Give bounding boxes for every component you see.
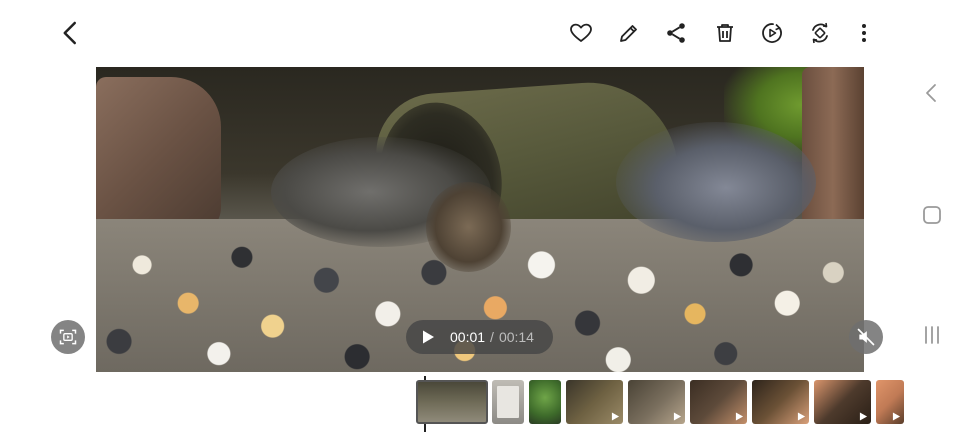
nav-home-icon — [923, 206, 941, 224]
video-capture-button[interactable] — [51, 320, 85, 354]
volume-muted-icon — [857, 328, 875, 346]
video-player-button[interactable] — [758, 18, 786, 48]
share-icon — [667, 23, 685, 43]
nav-recents-icon — [925, 326, 939, 344]
mute-button[interactable] — [849, 320, 883, 354]
filmstrip-thumbnail-plant[interactable] — [529, 380, 561, 424]
chevron-left-icon — [63, 21, 76, 45]
play-circle-icon — [762, 23, 782, 43]
pencil-icon — [620, 25, 637, 42]
nav-home-button[interactable] — [921, 204, 943, 226]
filmstrip-thumbnail-document[interactable] — [492, 380, 524, 424]
document-page-icon — [497, 386, 519, 418]
video-indicator-icon — [673, 412, 682, 421]
video-capture-icon — [59, 329, 77, 345]
play-icon[interactable] — [420, 329, 436, 345]
video-indicator-icon — [859, 412, 868, 421]
video-indicator-icon — [611, 412, 620, 421]
current-time: 00:01 — [450, 329, 486, 345]
more-vert-icon — [862, 24, 866, 42]
nav-back-button[interactable] — [921, 82, 943, 104]
nav-recents-button[interactable] — [921, 324, 943, 346]
crayfish-right — [616, 122, 816, 242]
video-indicator-icon — [797, 412, 806, 421]
filmstrip-thumbnail-video[interactable] — [752, 380, 809, 424]
rotate-button[interactable] — [806, 18, 834, 48]
video-indicator-icon — [892, 412, 901, 421]
filmstrip-thumbnail-video[interactable] — [814, 380, 871, 424]
driftwood-left — [96, 77, 221, 237]
trash-icon — [717, 24, 733, 42]
heart-icon — [570, 23, 592, 42]
favorite-button[interactable] — [567, 18, 595, 48]
video-indicator-icon — [735, 412, 744, 421]
filmstrip-thumbnail-video[interactable] — [876, 380, 904, 424]
video-viewer-screen: 00:01 / 00:14 — [0, 0, 960, 432]
more-options-button[interactable] — [850, 18, 878, 48]
delete-button[interactable] — [711, 18, 739, 48]
rotate-icon — [812, 22, 828, 44]
edit-button[interactable] — [615, 18, 643, 48]
total-time: 00:14 — [498, 329, 534, 345]
crayfish-middle — [426, 182, 511, 272]
time-separator: / — [490, 329, 494, 345]
filmstrip-thumbnail-video[interactable] — [690, 380, 747, 424]
filmstrip-thumbnail-video[interactable] — [628, 380, 685, 424]
back-button[interactable] — [56, 18, 86, 48]
playback-control[interactable]: 00:01 / 00:14 — [406, 320, 553, 354]
filmstrip[interactable] — [416, 380, 904, 428]
filmstrip-thumbnail-video[interactable] — [566, 380, 623, 424]
filmstrip-thumbnail-current[interactable] — [416, 380, 488, 424]
share-button[interactable] — [662, 18, 690, 48]
nav-back-icon — [926, 84, 936, 102]
